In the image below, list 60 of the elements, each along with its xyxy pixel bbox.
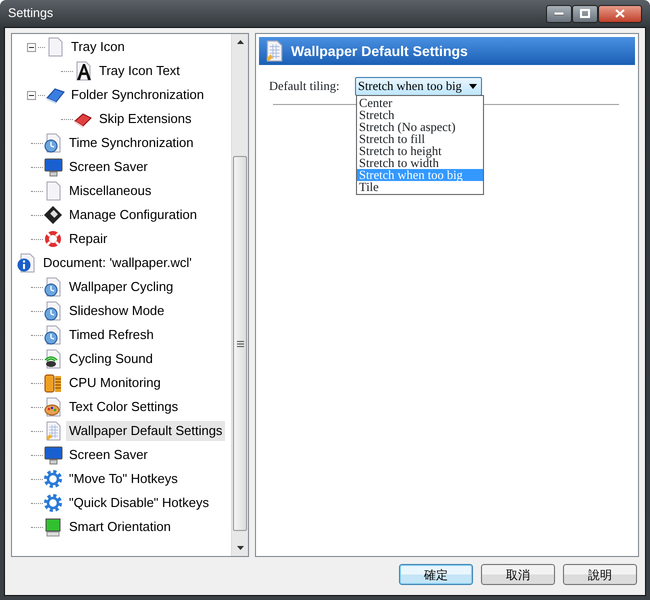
tiling-dropdown[interactable]: Stretch when too big (355, 77, 482, 96)
collapse-icon[interactable] (27, 90, 36, 100)
tree-item[interactable]: Tray Icon Text (96, 61, 183, 81)
tree-item[interactable]: Smart Orientation (66, 517, 174, 537)
lifebuoy-icon (43, 229, 63, 249)
gear-icon (43, 469, 63, 489)
dropdown-option[interactable]: Stretch to width (357, 157, 483, 169)
tree-item[interactable]: Manage Configuration (66, 205, 200, 225)
tree-item[interactable]: Tray Icon (68, 37, 128, 57)
clock-icon (43, 277, 63, 297)
tiling-label: Default tiling: (269, 78, 340, 96)
caret-icon (469, 84, 477, 89)
dropdown-option[interactable]: Center (357, 97, 483, 109)
minimize-button[interactable] (546, 4, 572, 22)
scrollbar[interactable] (231, 34, 248, 556)
window-title: Settings (8, 5, 54, 22)
tree-item[interactable]: "Quick Disable" Hotkeys (66, 493, 212, 513)
tree-item[interactable]: Wallpaper Default Settings (66, 421, 226, 441)
panel-title: Wallpaper Default Settings (291, 42, 468, 61)
clock-icon (43, 325, 63, 345)
tree-item[interactable]: Text Color Settings (66, 397, 182, 417)
tree-item[interactable]: Repair (66, 229, 110, 249)
maximize-icon (580, 9, 590, 18)
tree-item[interactable]: Timed Refresh (66, 325, 157, 345)
scroll-down-icon[interactable] (236, 546, 244, 550)
clock-icon (43, 301, 63, 321)
dropdown-option[interactable]: Stretch to fill (357, 133, 483, 145)
tree-item[interactable]: Screen Saver (66, 157, 151, 177)
maximize-button[interactable] (572, 4, 598, 22)
tree-item[interactable]: Cycling Sound (66, 349, 156, 369)
info-icon (17, 253, 37, 273)
tree-item[interactable]: Skip Extensions (96, 109, 194, 129)
clock-icon (43, 133, 63, 153)
dialog-button[interactable]: 說明 (563, 564, 637, 585)
tree-item[interactable]: Document: 'wallpaper.wcl' (40, 253, 195, 273)
close-icon (615, 9, 625, 18)
dropdown-option[interactable]: Stretch to height (357, 145, 483, 157)
tree-item[interactable]: Miscellaneous (66, 181, 154, 201)
dropdown-option[interactable]: Stretch (No aspect) (357, 121, 483, 133)
scroll-thumb[interactable] (233, 156, 247, 531)
tree-item[interactable]: Slideshow Mode (66, 301, 168, 321)
battery-icon (43, 373, 63, 393)
dialog-button[interactable]: 確定 (399, 564, 473, 585)
dropdown-option[interactable]: Stretch (357, 109, 483, 121)
tree-item[interactable]: "Move To" Hotkeys (66, 469, 181, 489)
collapse-icon[interactable] (27, 42, 36, 52)
minimize-icon (554, 12, 564, 16)
scroll-up-icon[interactable] (236, 40, 244, 44)
palette-icon (43, 397, 63, 417)
tree-item[interactable]: Screen Saver (66, 445, 151, 465)
speaker-icon (43, 349, 63, 369)
tree-item[interactable]: Wallpaper Cycling (66, 277, 176, 297)
dropdown-option[interactable]: Tile (357, 181, 483, 193)
dialog-button[interactable]: 取消 (481, 564, 555, 585)
close-button[interactable] (598, 4, 642, 22)
tree-item[interactable]: CPU Monitoring (66, 373, 164, 393)
tree-item[interactable]: Time Synchronization (66, 133, 197, 153)
tree-item[interactable]: Folder Synchronization (68, 85, 207, 105)
display-icon (43, 517, 63, 537)
gear-icon (43, 493, 63, 513)
